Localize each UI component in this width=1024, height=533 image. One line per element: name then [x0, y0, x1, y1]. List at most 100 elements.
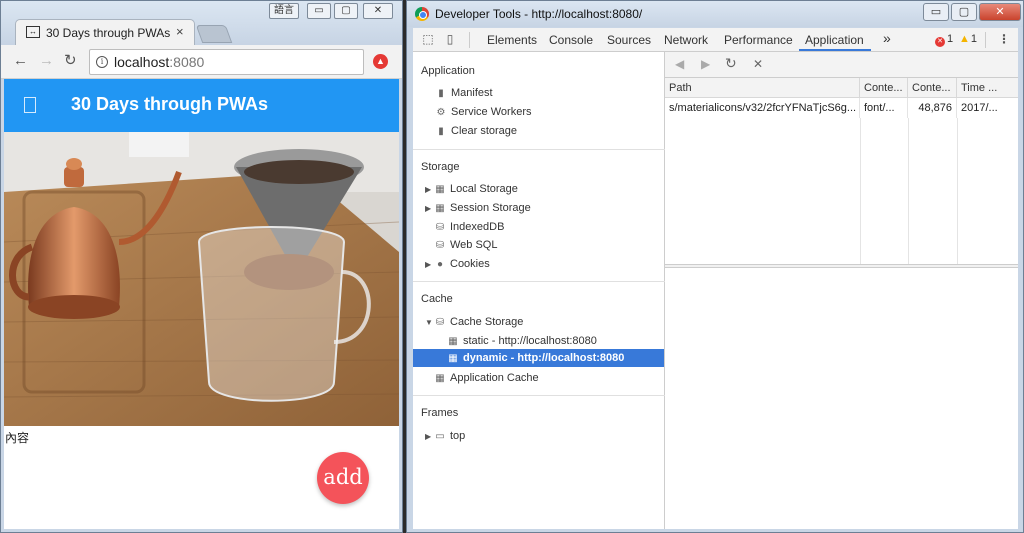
devtools-window-title: Developer Tools - http://localhost:8080/: [435, 7, 643, 21]
sidebar-item-cookies[interactable]: ▶ ● Cookies: [425, 255, 490, 273]
tab-performance[interactable]: Performance: [724, 33, 793, 47]
minimize-button[interactable]: ▭: [923, 3, 949, 21]
sidebar-item-frame-top[interactable]: ▶ ▭ top: [425, 427, 465, 445]
tab-network[interactable]: Network: [664, 33, 708, 47]
toolbar-divider: [985, 32, 986, 48]
browser-title-bar: 語言 ▭ ▢ ✕ ↔ 30 Days through PWAs ×: [1, 1, 402, 45]
sidebar-item-indexeddb[interactable]: ⛁ IndexedDB: [434, 218, 505, 236]
browser-toolbar: ← → ↻ i localhost:8080 ▲: [1, 45, 402, 79]
sidebar-item-label: Clear storage: [451, 125, 518, 137]
more-tabs-icon[interactable]: »: [883, 30, 891, 46]
tab-application[interactable]: Application: [805, 33, 864, 47]
sidebar-item-label: Local Storage: [450, 183, 518, 195]
url-text: localhost:8080: [114, 54, 204, 70]
sidebar-item-label: static - http://localhost:8080: [463, 335, 597, 347]
sidebar-item-label: Cache Storage: [450, 316, 524, 328]
cell-time: 2017/...: [961, 102, 998, 114]
inspect-element-icon[interactable]: ⬚: [421, 32, 435, 46]
sidebar-item-clear-storage[interactable]: ▮ Clear storage: [435, 122, 517, 140]
back-arrow-icon[interactable]: ←: [13, 53, 28, 69]
section-application-heading: Application: [421, 65, 475, 77]
info-icon[interactable]: i: [96, 56, 108, 68]
sidebar-item-session-storage[interactable]: ▶ ▦ Session Storage: [425, 199, 531, 217]
forward-arrow-icon[interactable]: →: [39, 53, 54, 69]
browser-tab-active[interactable]: ↔ 30 Days through PWAs ×: [15, 19, 195, 45]
column-header-content-length[interactable]: Conte...: [908, 78, 957, 98]
next-page-icon[interactable]: ▶: [701, 57, 710, 71]
collapse-arrow-icon[interactable]: ▼: [425, 314, 434, 332]
section-cache-heading: Cache: [421, 293, 453, 305]
maximize-button[interactable]: ▢: [334, 3, 358, 19]
section-frames-heading: Frames: [421, 407, 459, 419]
device-toolbar-icon[interactable]: ▯: [443, 32, 457, 46]
browser-window: 語言 ▭ ▢ ✕ ↔ 30 Days through PWAs × ← → ↻ …: [0, 0, 403, 533]
tab-elements[interactable]: Elements: [487, 33, 537, 47]
cache-toolbar: ◀ ▶ ↻ ✕: [665, 52, 1018, 78]
expand-arrow-icon[interactable]: ▶: [425, 181, 434, 199]
menu-icon[interactable]: [24, 97, 36, 113]
active-tab-indicator: [799, 49, 871, 51]
close-icon[interactable]: ×: [176, 24, 184, 39]
url-port: :8080: [169, 54, 205, 70]
sidebar-item-cache-storage[interactable]: ▼ ⛁ Cache Storage: [425, 313, 523, 331]
sidebar-item-local-storage[interactable]: ▶ ▦ Local Storage: [425, 180, 518, 198]
coffee-photo: [4, 132, 399, 426]
cache-table-header: Path Conte... Conte... Time ...: [665, 78, 1018, 98]
section-storage-heading: Storage: [421, 161, 460, 173]
minimize-button[interactable]: ▭: [307, 3, 331, 19]
ime-indicator[interactable]: 語言: [269, 3, 299, 19]
database-icon: ⛁: [435, 317, 445, 328]
trash-icon: ▮: [438, 126, 444, 137]
page-viewport: 30 Days through PWAs 內容 add: [4, 79, 399, 529]
tab-console[interactable]: Console: [549, 33, 593, 47]
sidebar-item-label: Session Storage: [450, 202, 531, 214]
maximize-button[interactable]: ▢: [951, 3, 977, 21]
sidebar-item-manifest[interactable]: ▮ Manifest: [435, 84, 493, 102]
error-counter[interactable]: ✕ 1: [935, 33, 953, 47]
sidebar-item-application-cache[interactable]: ▦ Application Cache: [434, 369, 538, 387]
column-header-path[interactable]: Path: [665, 78, 860, 98]
close-window-button[interactable]: ✕: [979, 3, 1021, 21]
cache-storage-panel: ◀ ▶ ↻ ✕ Path Conte... Conte... Time ... …: [665, 52, 1018, 529]
delete-icon[interactable]: ✕: [753, 57, 763, 71]
warning-counter[interactable]: ▲1: [959, 33, 977, 45]
expand-arrow-icon[interactable]: ▶: [425, 256, 434, 274]
expand-arrow-icon[interactable]: ▶: [425, 200, 434, 218]
sidebar-item-cache-dynamic[interactable]: ▦ dynamic - http://localhost:8080: [413, 349, 664, 367]
cell-content-type: font/...: [860, 98, 908, 118]
address-bar[interactable]: i localhost:8080: [89, 49, 364, 75]
sidebar-item-label: top: [450, 430, 466, 442]
tab-sources[interactable]: Sources: [607, 33, 651, 47]
extension-icon[interactable]: ▲: [373, 54, 388, 69]
cookie-icon: ●: [436, 259, 444, 270]
reload-icon[interactable]: ↻: [64, 53, 77, 69]
expand-arrow-icon[interactable]: ▶: [425, 428, 434, 446]
table-row[interactable]: s/materialicons/v32/2fcrYFNaTjcS6g... fo…: [665, 98, 1018, 118]
section-divider: [413, 395, 665, 396]
column-header-time[interactable]: Time ...: [957, 78, 1018, 98]
toolbar-divider: [469, 32, 470, 48]
panel-splitter[interactable]: [665, 264, 1018, 268]
sidebar-item-web-sql[interactable]: ⛁ Web SQL: [434, 236, 498, 254]
warning-count: 1: [970, 33, 978, 45]
sidebar-item-label: Service Workers: [451, 106, 532, 118]
devtools-window: Developer Tools - http://localhost:8080/…: [406, 0, 1024, 533]
kebab-menu-icon[interactable]: ⋮: [997, 32, 1011, 46]
sidebar-item-cache-static[interactable]: ▦ static - http://localhost:8080: [447, 332, 597, 350]
sidebar-item-label: Manifest: [451, 87, 493, 99]
sidebar-item-service-workers[interactable]: ⚙ Service Workers: [435, 103, 532, 121]
column-divider: [908, 118, 909, 264]
content-text: 內容: [5, 431, 30, 445]
close-window-button[interactable]: ✕: [363, 3, 393, 19]
url-host: localhost: [114, 54, 170, 70]
database-icon: ⛁: [435, 222, 445, 233]
previous-page-icon[interactable]: ◀: [675, 57, 684, 71]
grid-icon: ▦: [435, 203, 445, 214]
application-sidebar: Application ▮ Manifest ⚙ Service Workers ▮…: [413, 52, 665, 529]
add-fab-button[interactable]: add: [317, 452, 369, 504]
column-header-content-type[interactable]: Conte...: [860, 78, 908, 98]
section-divider: [413, 281, 665, 282]
new-tab-button[interactable]: [195, 25, 233, 43]
refresh-icon[interactable]: ↻: [725, 55, 737, 72]
document-icon: ▮: [438, 88, 444, 99]
